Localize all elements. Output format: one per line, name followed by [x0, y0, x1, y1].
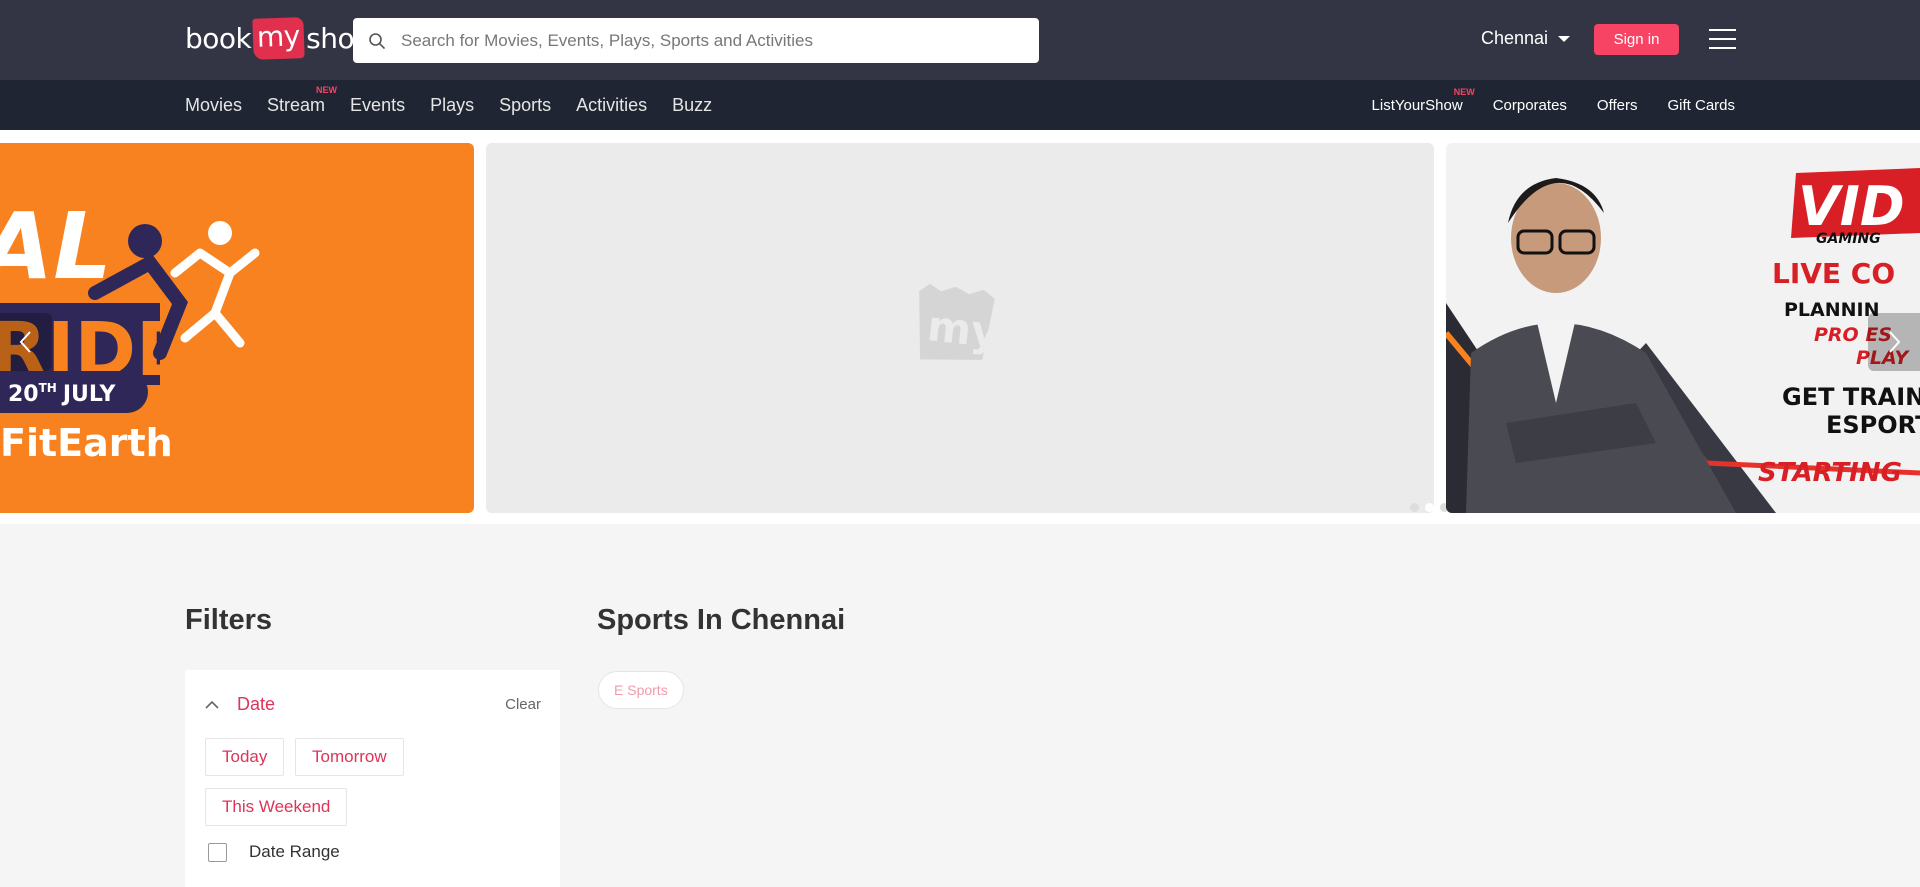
nav-item-gift-cards[interactable]: Gift Cards [1667, 97, 1735, 114]
date-filter-header[interactable]: Date Clear [205, 692, 541, 716]
new-badge: NEW [1453, 86, 1475, 97]
nav-item-offers[interactable]: Offers [1597, 97, 1638, 114]
carousel-next-button[interactable] [1868, 313, 1920, 371]
city-label: Chennai [1481, 28, 1549, 48]
date-range-checkbox[interactable] [208, 842, 227, 862]
secondary-nav: ListYourShow NEW Corporates Offers Gift C… [1342, 80, 1735, 130]
banner-left-date-sup: TH [39, 381, 57, 395]
banner-right-line2: PLANNIN [1784, 299, 1880, 321]
banner-slide-gaming[interactable]: VID GAMING LIVE CO PLANNIN PRO ES PLAY G… [1446, 143, 1920, 513]
carousel-dot[interactable] [1410, 503, 1419, 512]
sub-navigation: Movies Stream NEW Events Plays Sports Act… [0, 80, 1920, 130]
banner-carousel: AL RIDE 20THJULY FitEarth my [0, 130, 1920, 524]
nav-item-stream[interactable]: Stream NEW [267, 85, 337, 116]
banner-right-line6: ESPORTS C [1826, 411, 1920, 439]
hamburger-menu-icon[interactable] [1709, 29, 1736, 49]
chevron-right-icon [1889, 331, 1901, 353]
banner-right-line5: GET TRAINED B [1782, 383, 1920, 411]
carousel-prev-button[interactable] [0, 313, 52, 371]
svg-text:20THJULY: 20TH JULY [8, 381, 117, 407]
date-filter-panel: Date Clear Today Tomorrow This Weekend D… [185, 670, 560, 887]
carousel-dot-active[interactable] [1425, 503, 1434, 512]
category-nav: Movies Stream NEW Events Plays Sports Act… [185, 80, 737, 130]
search-bar[interactable] [353, 18, 1039, 63]
banner-left-tag: FitEarth [0, 421, 173, 465]
nav-item-movies[interactable]: Movies [185, 95, 242, 116]
filters-heading: Filters [185, 604, 273, 636]
clear-filter-button[interactable]: Clear [505, 696, 541, 713]
banner-slide-cycle-ride[interactable]: AL RIDE 20THJULY FitEarth [0, 143, 474, 513]
nav-item-activities[interactable]: Activities [576, 95, 647, 116]
category-chip-esports[interactable]: E Sports [598, 671, 684, 709]
nav-item-corporates[interactable]: Corporates [1493, 97, 1567, 114]
nav-item-events[interactable]: Events [350, 95, 405, 116]
search-input[interactable] [401, 30, 1001, 51]
nav-item-plays[interactable]: Plays [430, 95, 474, 116]
search-icon [353, 18, 401, 63]
filter-option-today[interactable]: Today [205, 738, 285, 776]
bookmyshow-placeholder-icon: my [919, 284, 1001, 360]
banner-left-line1: AL [0, 193, 112, 300]
page-title: Sports In Chennai [597, 604, 846, 636]
banner-right-subtitle: GAMING [1816, 231, 1881, 247]
chevron-up-icon [205, 700, 219, 709]
sign-in-button[interactable]: Sign in [1594, 24, 1679, 55]
nav-item-sports[interactable]: Sports [499, 95, 551, 116]
banner-slide-loading[interactable]: my [486, 143, 1464, 513]
date-filter-label: Date [237, 693, 276, 714]
filter-option-this-weekend[interactable]: This Weekend [205, 788, 348, 826]
nav-item-buzz[interactable]: Buzz [672, 95, 712, 116]
banner-right-title: VID [1798, 175, 1905, 238]
top-header: book my show Chennai Sign in [0, 0, 1920, 80]
new-badge: NEW [316, 84, 338, 95]
svg-text:my: my [925, 301, 1001, 357]
banner-right-line1: LIVE CO [1772, 257, 1895, 290]
filter-option-tomorrow[interactable]: Tomorrow [295, 738, 404, 776]
banner-left-month: JULY [61, 382, 117, 407]
banner-right-line7: STARTING [1758, 458, 1902, 488]
caret-down-icon [1558, 35, 1571, 42]
chevron-left-icon [19, 331, 31, 353]
banner-left-date: 20 [8, 382, 39, 407]
date-range-option[interactable]: Date Range [208, 842, 340, 862]
date-range-label: Date Range [249, 842, 340, 861]
bookmyshow-logo[interactable]: book my show [185, 16, 377, 60]
logo-text-book: book [185, 21, 252, 55]
nav-item-listyourshow[interactable]: ListYourShow NEW [1372, 87, 1475, 114]
city-selector[interactable]: Chennai [1481, 28, 1571, 49]
logo-text-my: my [252, 16, 305, 60]
